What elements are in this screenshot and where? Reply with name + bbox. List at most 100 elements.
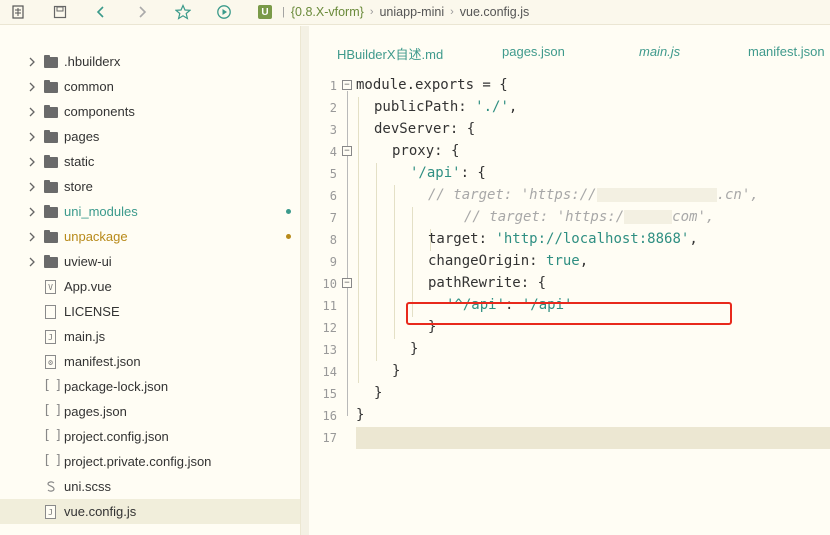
editor-tab[interactable]: HBuilderX自述.md [337,44,443,63]
code-line-current[interactable]: 17 [309,427,830,449]
folder-icon [44,155,58,168]
line-number: 8 [329,233,337,247]
fold-toggle-icon[interactable]: − [342,146,352,156]
sidebar-item-label: uni.scss [64,479,111,494]
sidebar-item-label: vue.config.js [64,504,137,519]
sidebar-item[interactable]: components [0,99,300,124]
breadcrumb-file[interactable]: vue.config.js [460,5,529,19]
code-editor[interactable]: HBuilderX自述.md pages.json main.js manifest.… [309,26,830,535]
sidebar-item[interactable]: V App.vue [0,274,300,299]
chevron-right-icon: › [369,6,374,18]
editor-tab[interactable]: pages.json [502,44,565,59]
sidebar-item[interactable]: uni_modules [0,199,300,224]
code-key: target [428,231,479,247]
code-punct: : [529,253,547,269]
current-line-highlight [356,427,830,449]
sidebar-item-label: common [64,79,114,94]
sidebar-item[interactable]: static [0,149,300,174]
code-key: devServer [374,121,450,137]
sidebar-item[interactable]: Jvue.config.js [0,499,300,524]
sidebar-item[interactable]: pages [0,124,300,149]
sidebar-item[interactable]: unpackage [0,224,300,249]
chevron-right-icon[interactable] [27,206,37,218]
toolbar: U | {0.8.X-vform} › uniapp-mini › vue.co… [0,0,830,25]
code-string: './' [475,99,509,115]
chevron-right-icon[interactable] [27,131,37,143]
sidebar-item[interactable]: uview-ui [0,249,300,274]
scss-file-icon [44,480,58,493]
run-icon[interactable] [215,3,233,21]
folder-icon [44,105,58,118]
chevron-right-icon[interactable] [27,181,37,193]
back-icon[interactable] [92,3,110,21]
line-number: 4 [329,145,337,159]
code-area[interactable]: 1 − module.exports = { 2 publicPath: './… [309,75,830,449]
forward-icon[interactable] [133,3,151,21]
sidebar-item[interactable]: Jmain.js [0,324,300,349]
js-file-icon: J [45,330,56,344]
editor-tab[interactable]: manifest.json [748,44,825,59]
sidebar-scrollbar[interactable] [300,26,309,535]
code-punct: , [579,253,589,269]
sidebar-item[interactable]: [ ] project.private.config.json [0,449,300,474]
code-comment: // target: 'https:// .cn', [428,187,759,203]
code-text: devServer: { [374,121,475,137]
code-line: 9 changeOrigin: true, [309,251,830,273]
json-file-icon: [ ] [43,378,63,393]
chevron-right-icon[interactable] [27,156,37,168]
sidebar-item[interactable]: LICENSE [0,299,300,324]
status-dot-icon [286,209,291,214]
code-punct: , [689,231,698,247]
annotation-highlight-box [406,302,732,325]
redacted-text [624,210,673,224]
sidebar-item-label: uview-ui [64,254,112,269]
chevron-right-icon[interactable] [27,56,37,68]
sidebar-item[interactable]: store [0,174,300,199]
code-text: changeOrigin: true, [428,253,588,269]
chevron-right-icon: › [450,6,454,18]
breadcrumb-project[interactable]: uniapp-mini [379,5,444,19]
code-line: 15 } [309,383,830,405]
chevron-right-icon[interactable] [27,106,37,118]
save-icon[interactable] [51,3,69,21]
comment-text: .cn', [716,187,759,203]
code-key: publicPath [374,99,459,115]
code-line: 7 // target: 'https:/ com', [309,207,830,229]
sidebar-item[interactable]: ⚙ manifest.json [0,349,300,374]
sidebar-item-label: project.config.json [64,429,169,444]
code-line: 16 } [309,405,830,427]
sidebar-item-label: pages [64,129,100,144]
chevron-right-icon[interactable] [27,231,37,243]
sidebar-item[interactable]: .hbuilderx [0,49,300,74]
line-number: 15 [322,387,337,401]
sidebar-item-label: pages.json [64,404,127,419]
sidebar-item[interactable]: uni.scss [0,474,300,499]
sidebar-item[interactable]: [ ] project.config.json [0,424,300,449]
code-text: publicPath: './', [374,99,517,115]
line-number: 17 [322,431,337,445]
file-tree: .hbuilderx common components pages static sto… [0,49,300,524]
fold-toggle-icon[interactable]: − [342,278,352,288]
line-number: 2 [329,101,337,115]
chevron-right-icon[interactable] [27,256,37,268]
breadcrumb: U | {0.8.X-vform} › uniapp-mini › vue.co… [258,3,529,21]
editor-tab[interactable]: main.js [639,44,680,59]
sidebar-item-label: LICENSE [64,304,120,319]
comment-text: // target: 'https:// [428,187,597,203]
sidebar-item[interactable]: common [0,74,300,99]
breadcrumb-branch[interactable]: {0.8.X-vform} [291,5,364,19]
sidebar-item[interactable]: [ ] package-lock.json [0,374,300,399]
line-number: 3 [329,123,337,137]
code-line: 4 − proxy: { [309,141,830,163]
code-line: 1 − module.exports = { [309,75,830,97]
code-line: 14 } [309,361,830,383]
code-line: 6 // target: 'https:// .cn', [309,185,830,207]
sidebar-item[interactable]: [ ] pages.json [0,399,300,424]
star-icon[interactable] [174,3,192,21]
sidebar-item-label: unpackage [64,229,128,244]
folder-icon [44,130,58,143]
chevron-right-icon[interactable] [27,81,37,93]
fold-toggle-icon[interactable]: − [342,80,352,90]
new-file-icon[interactable] [9,3,27,21]
code-text: '/api': { [410,165,486,181]
